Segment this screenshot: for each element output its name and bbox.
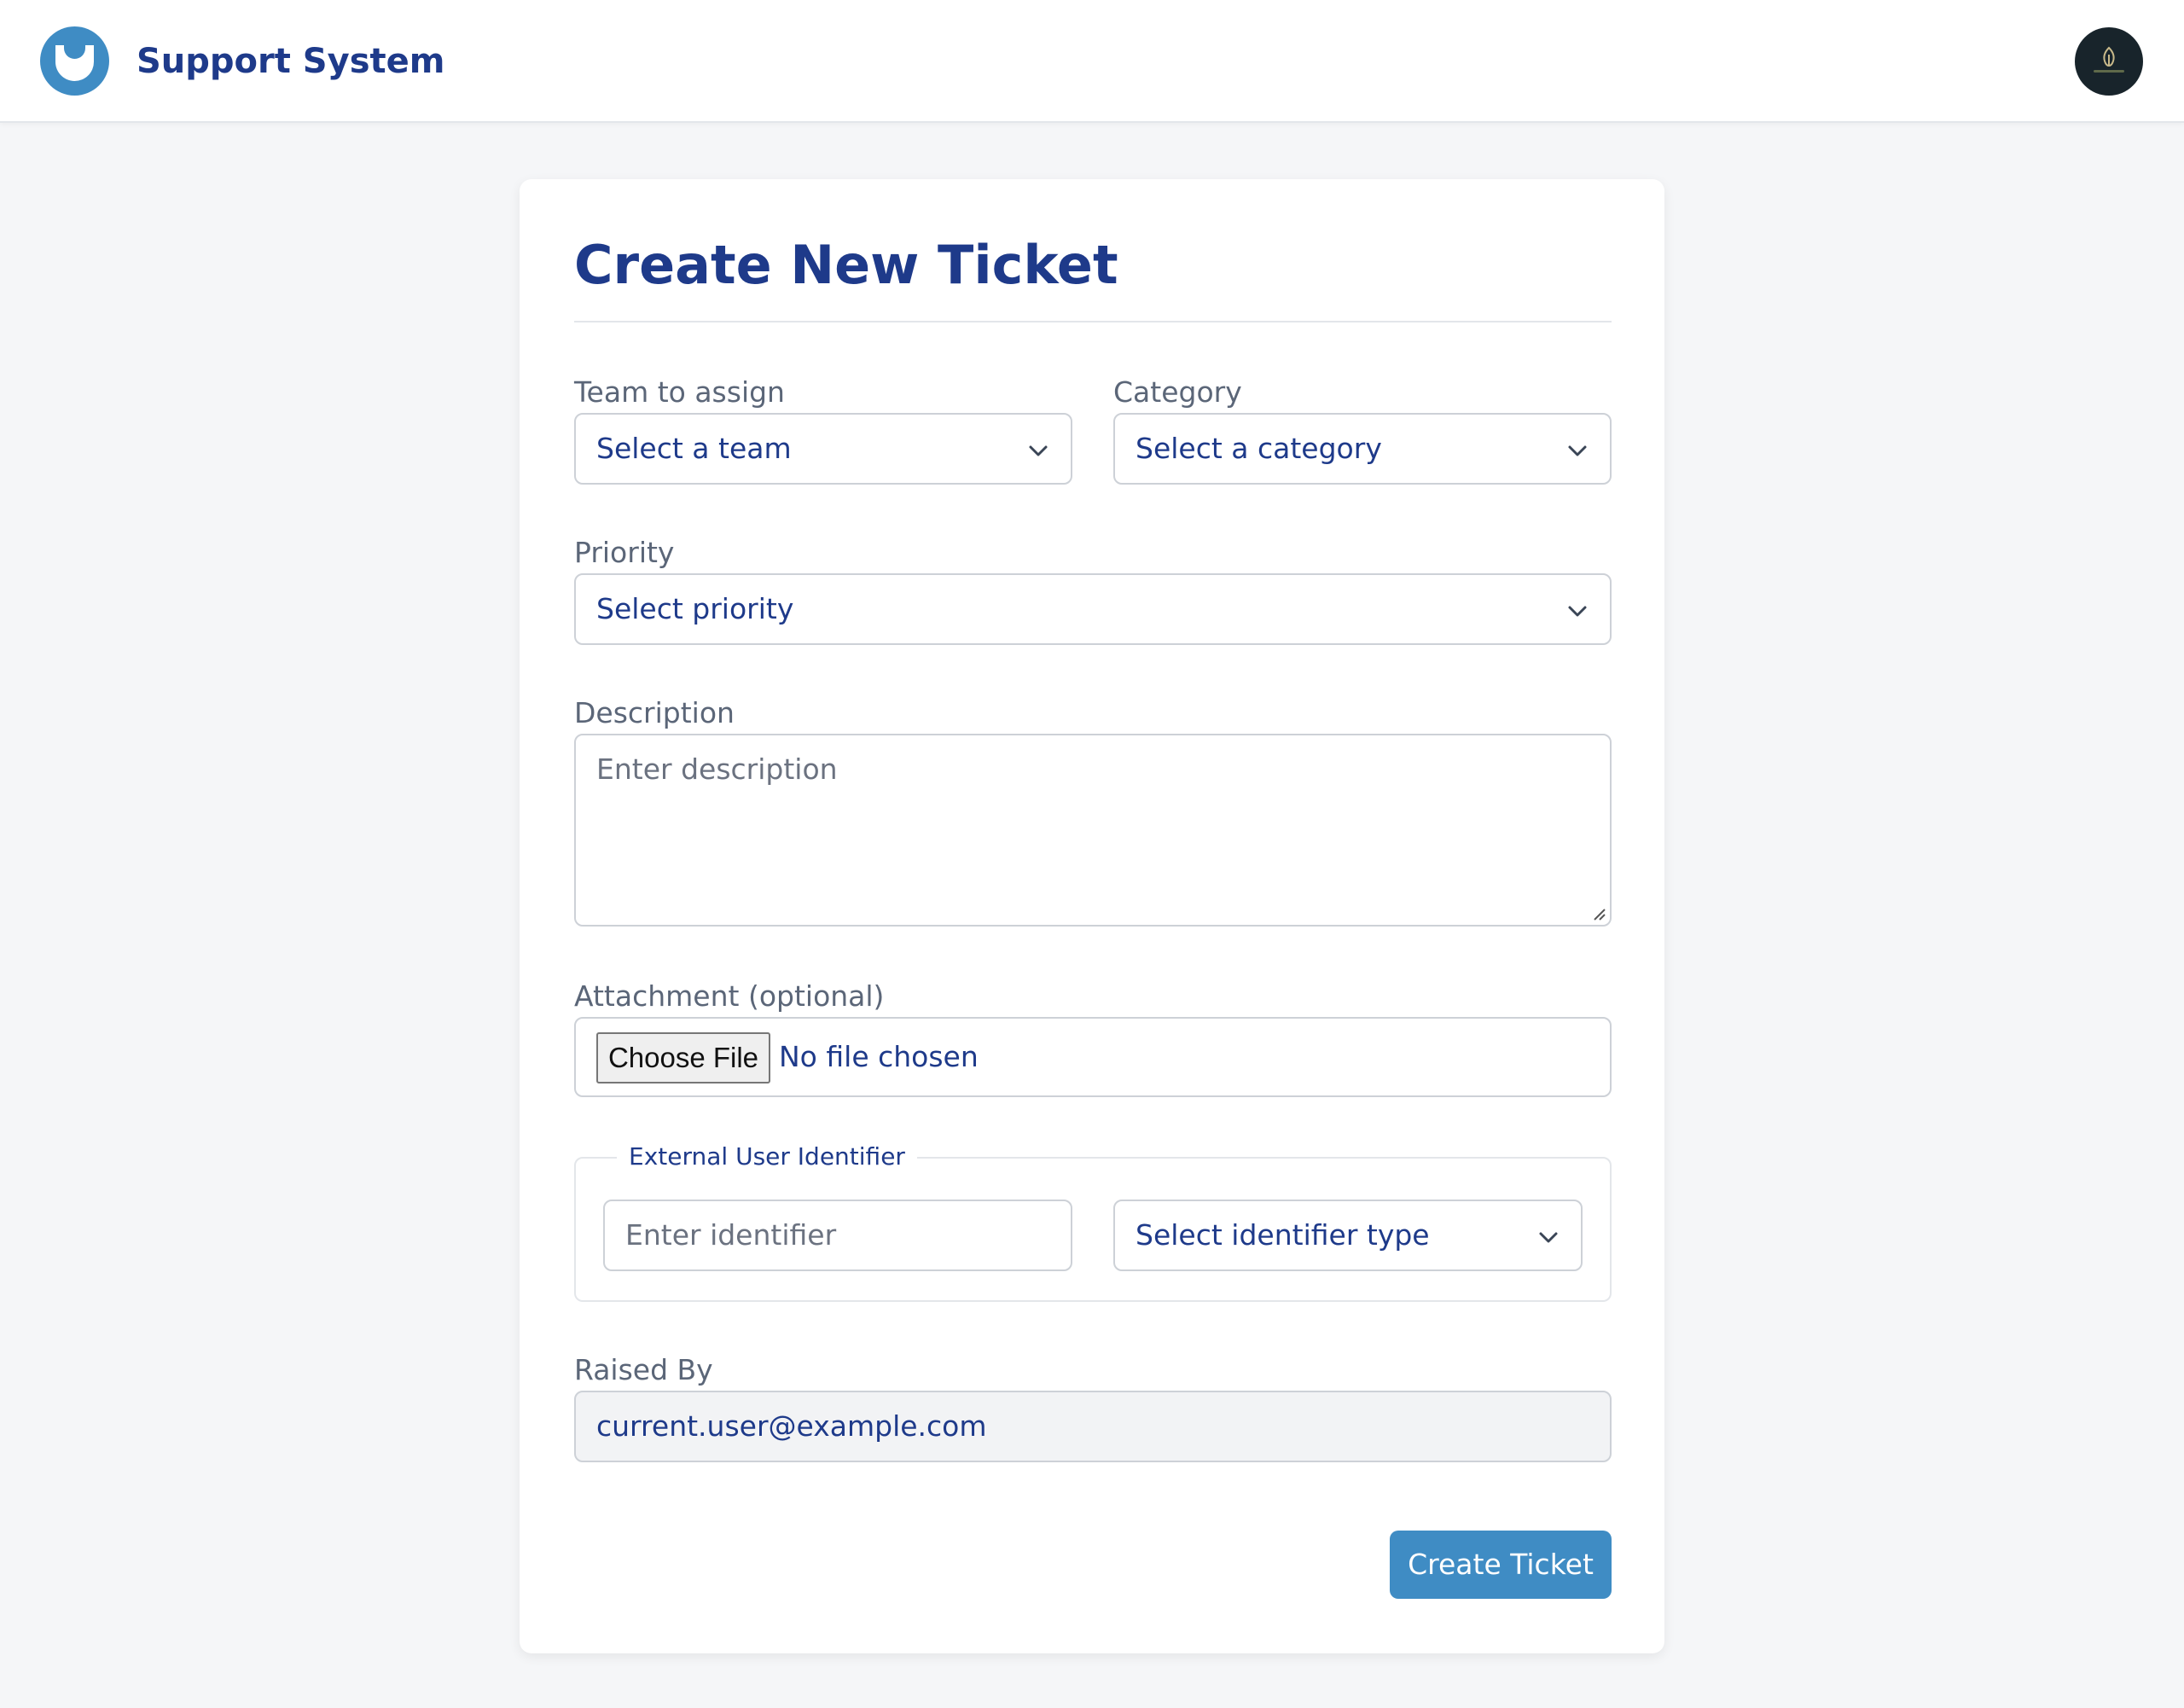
- top-bar: Support System: [0, 0, 2184, 123]
- attachment-input[interactable]: Choose File No file chosen: [574, 1017, 1612, 1097]
- create-ticket-button[interactable]: Create Ticket: [1390, 1531, 1612, 1599]
- choose-file-button[interactable]: Choose File: [596, 1032, 770, 1083]
- identifier-placeholder: Enter identifier: [625, 1218, 837, 1252]
- category-label: Category: [1113, 375, 1242, 409]
- file-status: No file chosen: [779, 1040, 979, 1073]
- priority-select[interactable]: Select priority: [574, 573, 1612, 645]
- identifier-type-value: Select identifier type: [1136, 1218, 1430, 1252]
- team-label: Team to assign: [574, 375, 785, 409]
- resize-handle-icon[interactable]: [1591, 906, 1606, 921]
- chevron-down-icon: [1568, 445, 1587, 456]
- identifier-input[interactable]: Enter identifier: [603, 1200, 1072, 1271]
- create-ticket-card: Create New Ticket Team to assign Select …: [520, 179, 1664, 1653]
- chevron-down-icon: [1568, 606, 1587, 617]
- attachment-label: Attachment (optional): [574, 979, 885, 1013]
- identifier-type-select[interactable]: Select identifier type: [1113, 1200, 1583, 1271]
- external-identifier-fieldset: External User Identifier Enter identifie…: [574, 1140, 1612, 1302]
- page-title: Create New Ticket: [574, 234, 1118, 296]
- priority-select-value: Select priority: [596, 592, 794, 625]
- priority-label: Priority: [574, 536, 675, 569]
- category-select-value: Select a category: [1136, 432, 1382, 465]
- raised-by-label: Raised By: [574, 1353, 713, 1386]
- description-label: Description: [574, 696, 735, 729]
- brand-title[interactable]: Support System: [136, 38, 444, 85]
- chevron-down-icon: [1029, 445, 1048, 456]
- team-select-value: Select a team: [596, 432, 792, 465]
- description-textarea[interactable]: Enter description: [574, 734, 1612, 927]
- raised-by-value: current.user@example.com: [596, 1409, 987, 1443]
- support-logo-icon[interactable]: [40, 26, 109, 96]
- raised-by-field: current.user@example.com: [574, 1391, 1612, 1462]
- chevron-down-icon: [1539, 1232, 1558, 1243]
- title-divider: [574, 321, 1612, 322]
- category-select[interactable]: Select a category: [1113, 413, 1612, 485]
- user-avatar-icon[interactable]: [2075, 27, 2143, 96]
- external-identifier-legend: External User Identifier: [617, 1140, 917, 1174]
- description-placeholder: Enter description: [596, 752, 838, 786]
- team-select[interactable]: Select a team: [574, 413, 1072, 485]
